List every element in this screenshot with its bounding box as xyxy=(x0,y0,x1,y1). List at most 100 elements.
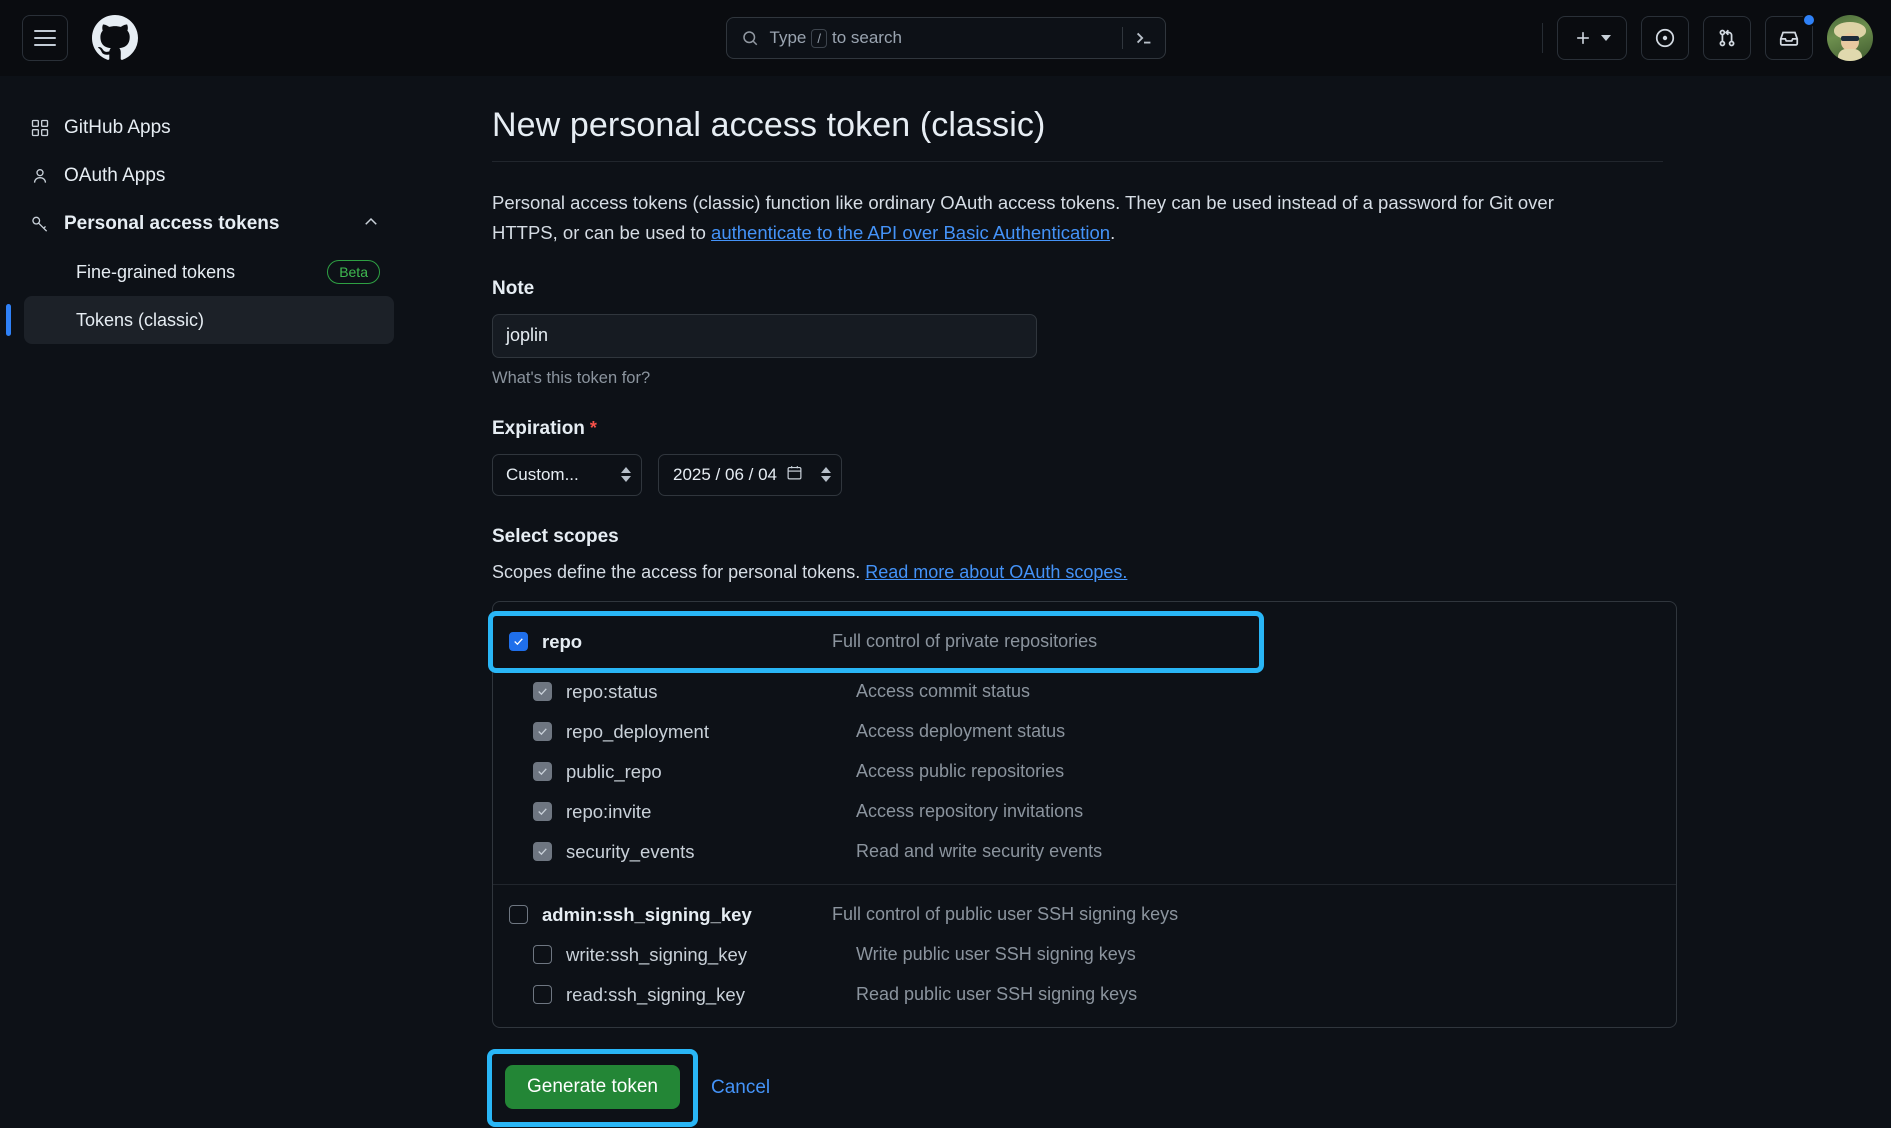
checkbox-admin-ssh-signing-key[interactable] xyxy=(509,905,528,924)
checkbox-repo-status xyxy=(533,682,552,701)
key-icon xyxy=(30,214,50,234)
checkbox-read-ssh-signing-key[interactable] xyxy=(533,985,552,1004)
scope-description: Full control of private repositories xyxy=(832,631,1097,652)
scope-description: Read public user SSH signing keys xyxy=(856,984,1137,1005)
expiration-label-text: Expiration xyxy=(492,418,585,439)
checkbox-repo-deployment xyxy=(533,722,552,741)
required-marker: * xyxy=(590,418,597,438)
checkbox-repo[interactable] xyxy=(509,632,528,651)
scope-row-security-events[interactable]: security_events Read and write security … xyxy=(493,832,1676,872)
avatar-glasses xyxy=(1841,36,1859,41)
calendar-icon[interactable] xyxy=(786,464,803,486)
sidebar-item-fine-grained-tokens[interactable]: Fine-grained tokens Beta xyxy=(24,248,394,296)
scope-description: Read and write security events xyxy=(856,841,1102,862)
scope-row-admin-ssh-signing-key[interactable]: admin:ssh_signing_key Full control of pu… xyxy=(493,895,1676,935)
title-divider xyxy=(492,161,1663,162)
hamburger-menu-icon[interactable] xyxy=(22,15,68,61)
sidebar-item-github-apps[interactable]: GitHub Apps xyxy=(24,104,394,152)
sidebar-item-label: OAuth Apps xyxy=(64,165,165,187)
expiration-select[interactable]: Custom... xyxy=(492,454,642,496)
scope-row-repo-status[interactable]: repo:status Access commit status xyxy=(493,672,1676,712)
search-input[interactable]: Type / to search xyxy=(726,17,1166,59)
scope-description: Access repository invitations xyxy=(856,801,1083,822)
checkbox-write-ssh-signing-key[interactable] xyxy=(533,945,552,964)
search-placeholder: Type / to search xyxy=(770,28,1122,48)
scope-row-write-ssh-signing-key[interactable]: write:ssh_signing_key Write public user … xyxy=(493,935,1676,975)
sidebar-item-personal-access-tokens[interactable]: Personal access tokens xyxy=(24,200,394,248)
scope-row-public-repo[interactable]: public_repo Access public repositories xyxy=(493,752,1676,792)
chevron-up-icon[interactable] xyxy=(362,213,380,236)
global-header: Type / to search xyxy=(0,0,1891,76)
scope-row-repo[interactable]: repo Full control of private repositorie… xyxy=(493,616,1259,668)
issues-button[interactable] xyxy=(1641,16,1689,60)
search-suffix: to search xyxy=(832,28,902,48)
scopes-panel: repo Full control of private repositorie… xyxy=(492,601,1677,1028)
scope-name: repo:invite xyxy=(566,801,856,823)
plus-icon xyxy=(1573,28,1593,48)
scope-row-repo-invite[interactable]: repo:invite Access repository invitation… xyxy=(493,792,1676,832)
scopes-subtext: Scopes define the access for personal to… xyxy=(492,562,1891,583)
scope-description: Full control of public user SSH signing … xyxy=(832,904,1178,925)
note-hint: What's this token for? xyxy=(492,369,1891,388)
expiration-date-value: 2025 / 06 / 04 xyxy=(673,465,777,485)
select-scopes-heading: Select scopes xyxy=(492,526,1891,548)
scope-name: repo:status xyxy=(566,681,856,703)
sidebar-item-label: Personal access tokens xyxy=(64,213,279,235)
description-text-part2: . xyxy=(1110,222,1115,243)
scope-description: Access deployment status xyxy=(856,721,1065,742)
sidebar-subitem-label: Tokens (classic) xyxy=(76,310,204,331)
sidebar-item-oauth-apps[interactable]: OAuth Apps xyxy=(24,152,394,200)
checkbox-public-repo xyxy=(533,762,552,781)
global-search[interactable]: Type / to search xyxy=(726,17,1166,59)
settings-sidebar: GitHub Apps OAuth Apps Personal access t… xyxy=(0,76,420,1128)
sidebar-item-tokens-classic[interactable]: Tokens (classic) xyxy=(24,296,394,344)
sidebar-item-label: GitHub Apps xyxy=(64,117,171,139)
expiration-select-value: Custom... xyxy=(506,465,579,485)
pull-requests-button[interactable] xyxy=(1703,16,1751,60)
form-actions: Generate token Cancel xyxy=(492,1054,1891,1122)
inbox-icon xyxy=(1778,27,1800,49)
beta-badge: Beta xyxy=(327,260,380,284)
scope-description: Access public repositories xyxy=(856,761,1064,782)
pull-requests-icon xyxy=(1716,27,1738,49)
notifications-inbox-button[interactable] xyxy=(1765,16,1813,60)
cancel-link[interactable]: Cancel xyxy=(711,1077,770,1099)
scope-name: repo_deployment xyxy=(566,721,856,743)
sidebar-subitem-label: Fine-grained tokens xyxy=(76,262,235,283)
avatar[interactable] xyxy=(1827,15,1873,61)
scope-row-read-ssh-signing-key[interactable]: read:ssh_signing_key Read public user SS… xyxy=(493,975,1676,1015)
person-icon xyxy=(30,166,50,186)
scope-row-repo-highlight: repo Full control of private repositorie… xyxy=(493,616,1259,668)
basic-auth-link[interactable]: authenticate to the API over Basic Authe… xyxy=(711,222,1110,243)
issues-icon xyxy=(1654,27,1676,49)
generate-token-highlight: Generate token xyxy=(492,1054,693,1122)
github-logo-icon[interactable] xyxy=(92,15,138,61)
note-input[interactable]: joplin xyxy=(492,314,1037,358)
expiration-row: Custom... 2025 / 06 / 04 xyxy=(492,454,1891,496)
search-prefix: Type xyxy=(770,28,807,48)
scope-name: public_repo xyxy=(566,761,856,783)
chevron-down-icon xyxy=(1601,35,1611,41)
terminal-icon[interactable] xyxy=(1122,27,1159,49)
date-stepper-icon[interactable] xyxy=(821,467,831,482)
expiration-date-input[interactable]: 2025 / 06 / 04 xyxy=(658,454,842,496)
search-slash-key: / xyxy=(811,29,827,48)
avatar-body xyxy=(1838,49,1862,61)
create-new-button[interactable] xyxy=(1557,16,1627,60)
search-icon xyxy=(741,29,759,47)
scope-description: Access commit status xyxy=(856,681,1030,702)
oauth-scopes-link[interactable]: Read more about OAuth scopes. xyxy=(865,562,1127,582)
generate-token-button[interactable]: Generate token xyxy=(505,1065,680,1109)
scope-name: repo xyxy=(542,631,832,653)
scope-group-ssh-signing-key: admin:ssh_signing_key Full control of pu… xyxy=(493,885,1676,1027)
scope-name: security_events xyxy=(566,841,856,863)
scope-description: Write public user SSH signing keys xyxy=(856,944,1136,965)
scope-name: read:ssh_signing_key xyxy=(566,984,856,1006)
checkbox-security-events xyxy=(533,842,552,861)
scope-group-repo: repo Full control of private repositorie… xyxy=(493,602,1676,884)
notification-indicator-dot xyxy=(1802,13,1816,27)
checkbox-repo-invite xyxy=(533,802,552,821)
select-stepper-icon xyxy=(621,467,631,482)
scope-row-repo-deployment[interactable]: repo_deployment Access deployment status xyxy=(493,712,1676,752)
note-label: Note xyxy=(492,278,1891,300)
